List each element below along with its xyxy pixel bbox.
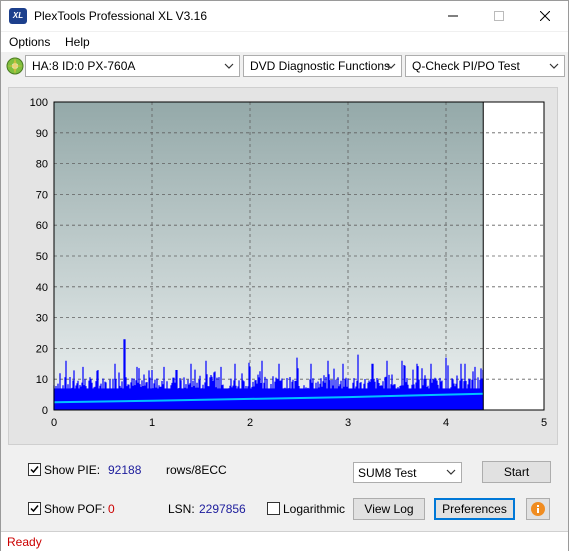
maximize-icon xyxy=(494,11,504,21)
drive-select[interactable]: HA:8 ID:0 PX-760A xyxy=(25,55,240,77)
function-select-value: DVD Diagnostic Functions xyxy=(250,59,391,73)
drive-select-value: HA:8 ID:0 PX-760A xyxy=(32,59,136,73)
app-window: XL PlexTools Professional XL V3.16 Optio… xyxy=(0,0,569,551)
status-text: Ready xyxy=(7,535,42,549)
plot-background xyxy=(54,102,484,410)
app-logo-icon: XL xyxy=(9,8,27,24)
y-tick-label: 90 xyxy=(36,128,48,140)
lsn-label: LSN: xyxy=(168,502,195,516)
rows-label: rows/8ECC xyxy=(166,463,227,477)
start-button[interactable]: Start xyxy=(482,461,551,483)
title-bar: XL PlexTools Professional XL V3.16 xyxy=(1,1,568,31)
y-tick-label: 20 xyxy=(36,343,48,355)
pi-po-chart: 0 10 20 30 40 50 60 70 80 90 100 0 1 2 3 4 5 xyxy=(30,97,547,429)
logarithmic-checkbox[interactable] xyxy=(267,502,280,515)
maximize-button[interactable] xyxy=(476,1,522,31)
sum-test-value: SUM8 Test xyxy=(358,466,417,480)
chart-panel: 0 10 20 30 40 50 60 70 80 90 100 0 1 2 3 4 5 xyxy=(8,87,558,445)
menu-help[interactable]: Help xyxy=(65,35,90,49)
test-select-value: Q-Check PI/PO Test xyxy=(412,59,520,73)
x-tick-label: 3 xyxy=(345,417,351,429)
chevron-down-icon xyxy=(446,469,456,475)
y-tick-label: 60 xyxy=(36,220,48,232)
logarithmic-label: Logarithmic xyxy=(283,502,346,516)
show-poe-label: Show POF: xyxy=(44,502,106,516)
menu-bar: Options Help xyxy=(1,32,568,52)
window-title: PlexTools Professional XL V3.16 xyxy=(34,9,207,23)
preferences-button[interactable]: Preferences xyxy=(434,498,515,520)
chevron-down-icon xyxy=(549,63,559,69)
info-icon xyxy=(531,502,545,516)
chevron-down-icon xyxy=(224,63,234,69)
x-tick-label: 2 xyxy=(247,417,253,429)
checkmark-icon xyxy=(30,466,39,474)
y-tick-label: 30 xyxy=(36,313,48,325)
y-tick-label: 70 xyxy=(36,189,48,201)
test-select[interactable]: Q-Check PI/PO Test xyxy=(405,55,565,77)
y-tick-label: 10 xyxy=(36,374,48,386)
view-log-button[interactable]: View Log xyxy=(353,498,425,520)
y-tick-label: 100 xyxy=(30,97,48,109)
chevron-down-icon xyxy=(386,63,396,69)
show-poe-checkbox[interactable] xyxy=(28,502,41,515)
close-button[interactable] xyxy=(522,1,568,31)
lsn-value: 2297856 xyxy=(199,502,246,516)
close-icon xyxy=(540,11,550,21)
minimize-icon xyxy=(448,15,458,17)
x-tick-label: 0 xyxy=(51,417,57,429)
y-tick-label: 40 xyxy=(36,282,48,294)
pie-value: 92188 xyxy=(108,463,142,477)
info-button[interactable] xyxy=(526,498,550,520)
x-tick-label: 4 xyxy=(443,417,449,429)
y-tick-label: 80 xyxy=(36,159,48,171)
x-tick-label: 1 xyxy=(149,417,155,429)
status-bar: Ready xyxy=(1,531,568,551)
y-tick-label: 50 xyxy=(36,251,48,263)
x-tick-label: 5 xyxy=(541,417,547,429)
show-pie-checkbox[interactable] xyxy=(28,463,41,476)
checkmark-icon xyxy=(30,505,39,513)
minimize-button[interactable] xyxy=(430,1,476,31)
show-pie-label: Show PIE: xyxy=(44,463,101,477)
poe-value: 0 xyxy=(108,502,115,516)
y-tick-label: 0 xyxy=(42,405,48,417)
sum-test-select[interactable]: SUM8 Test xyxy=(353,462,462,483)
drive-icon xyxy=(6,57,24,75)
menu-options[interactable]: Options xyxy=(9,35,50,49)
function-select[interactable]: DVD Diagnostic Functions xyxy=(243,55,402,77)
